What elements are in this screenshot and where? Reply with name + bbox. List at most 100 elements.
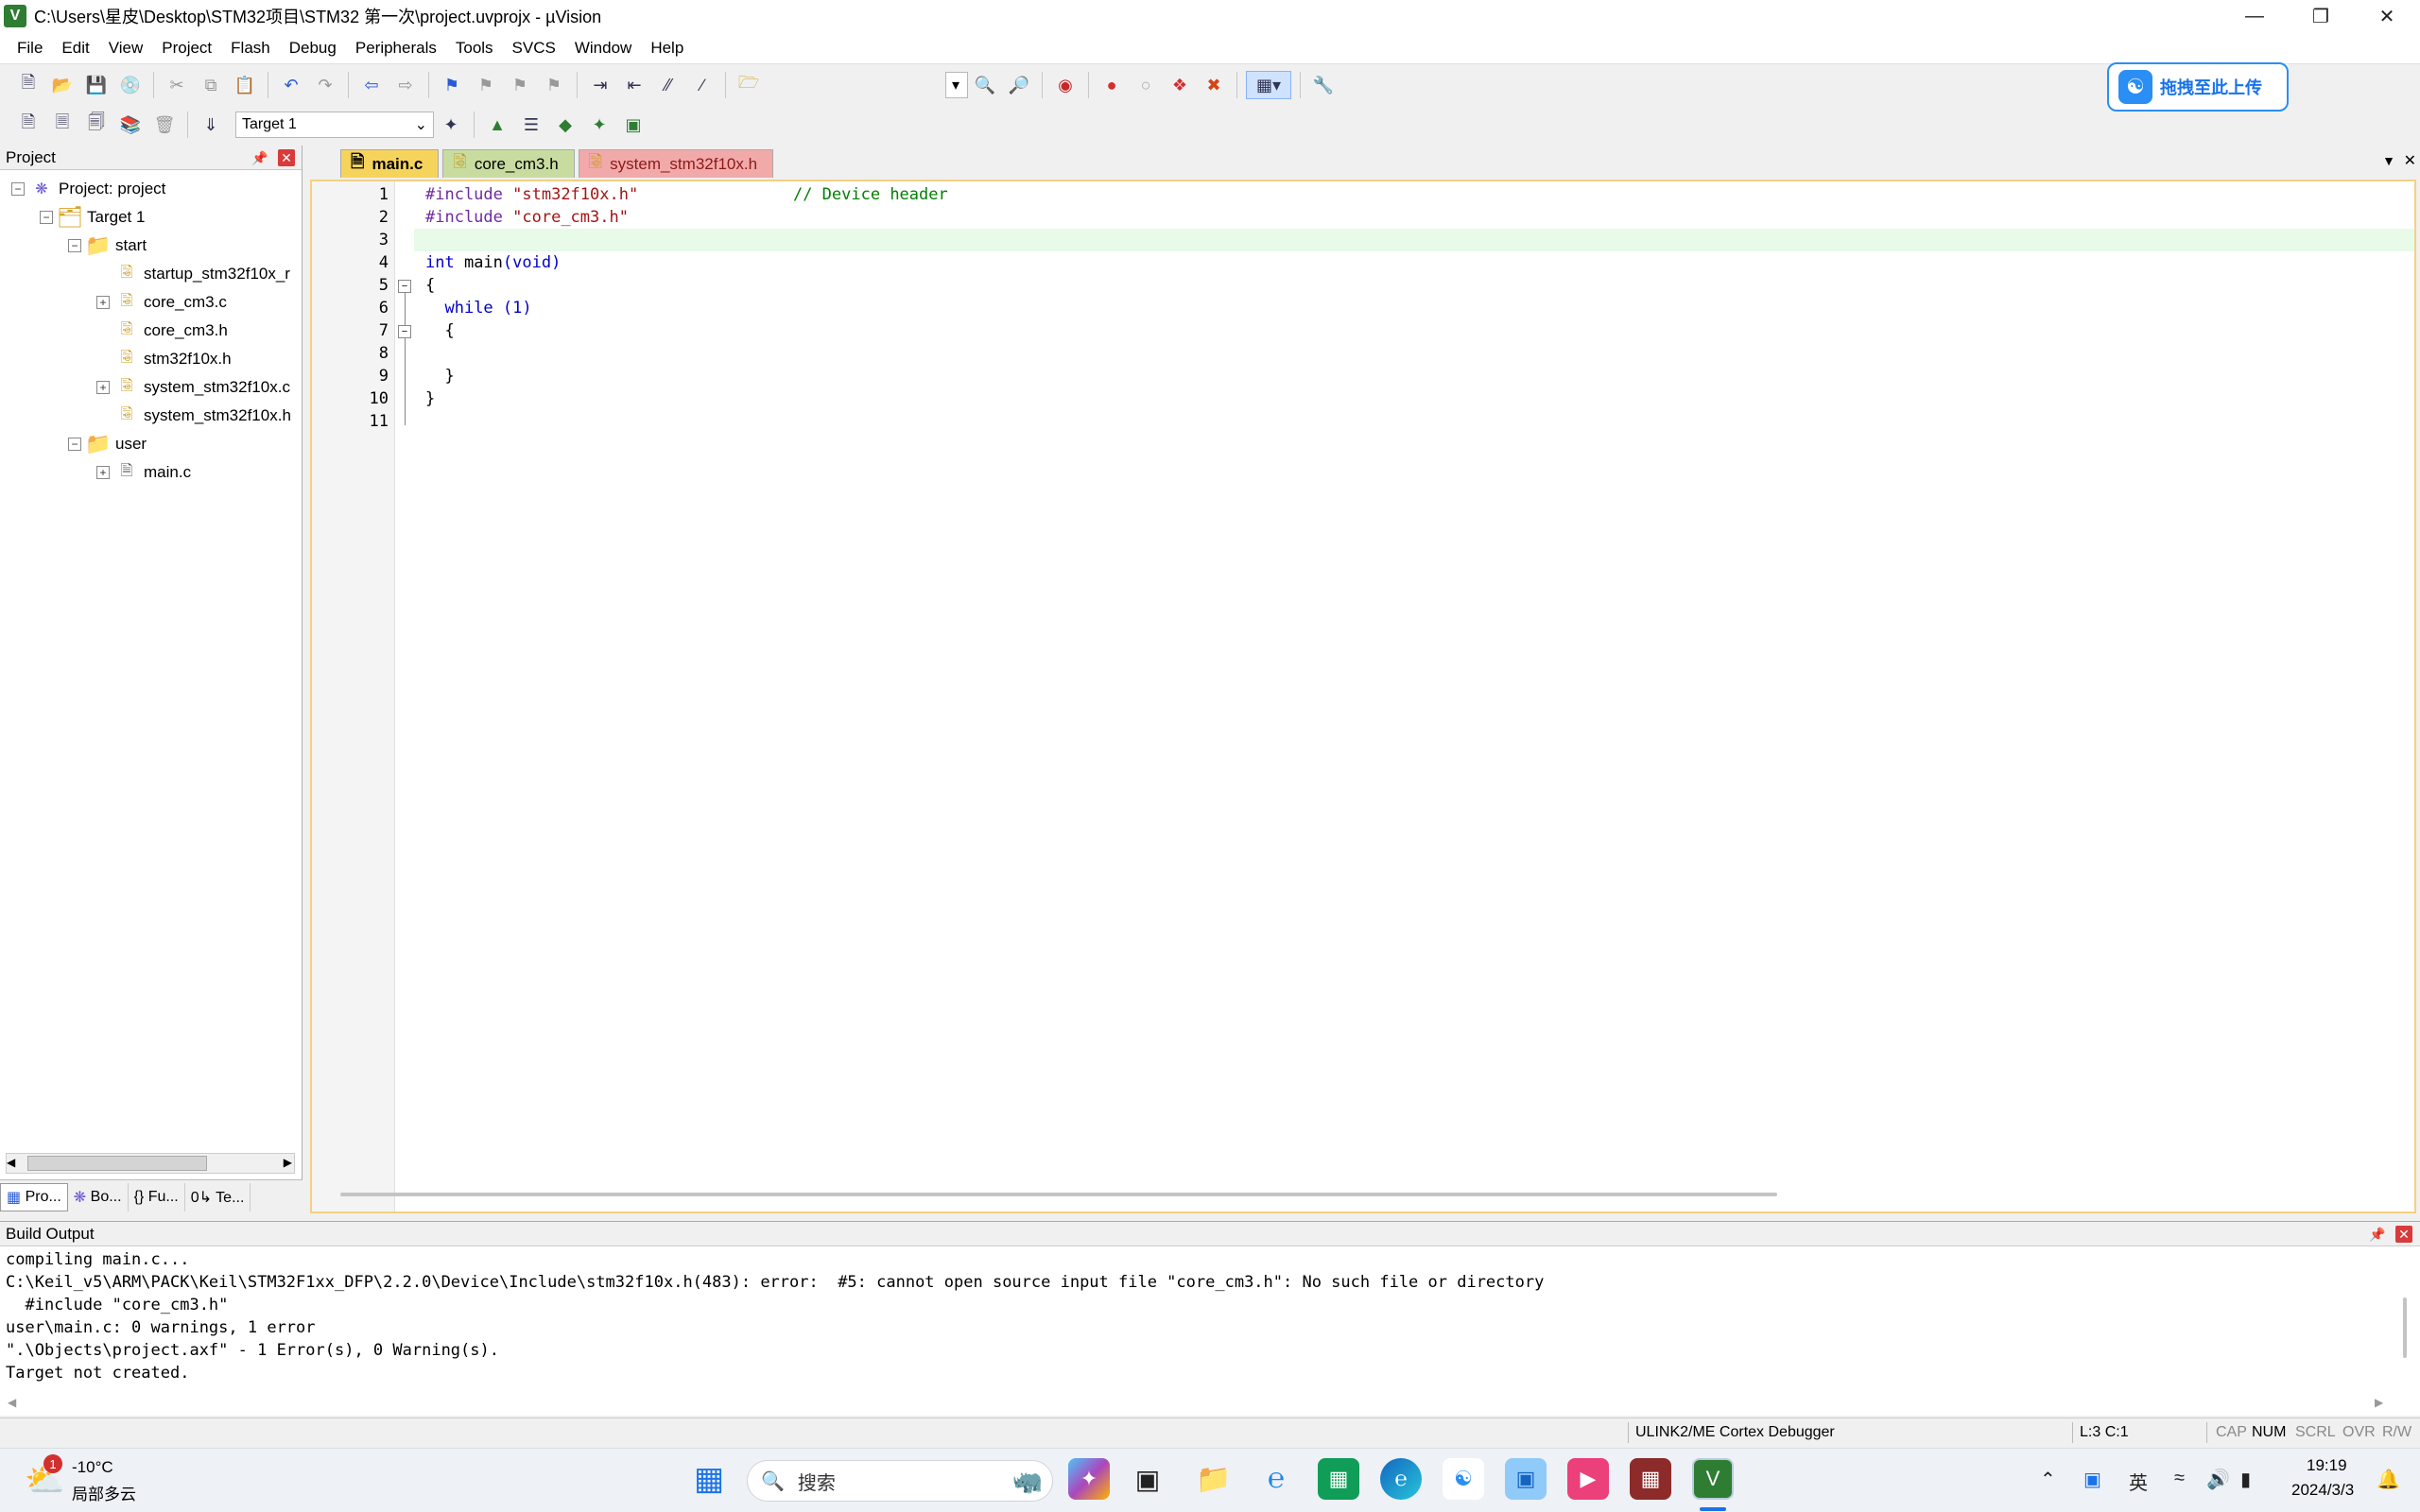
tab-templates[interactable]: 0↳ Te... [185,1182,251,1211]
expand-icon[interactable]: + [96,296,110,309]
incremental-find-icon[interactable]: 🔎 [1005,71,1033,99]
task-view-icon[interactable]: ▣ [1127,1458,1168,1500]
stop-build-icon[interactable]: 🗑 [150,111,179,139]
menu-view[interactable]: View [99,39,153,58]
tab-project[interactable]: ▦ Pro... [0,1182,68,1211]
minimize-button[interactable]: — [2221,0,2288,32]
nav-back-icon[interactable]: ⇦ [357,71,386,99]
clock-date[interactable]: 2024/3/3 [2291,1481,2354,1500]
menu-project[interactable]: Project [152,39,221,58]
close-panel-icon[interactable]: ✕ [278,149,295,166]
tree-item-file[interactable]: + 🗟 system_stm32f10x.c [96,373,290,402]
expand-icon[interactable]: + [96,381,110,394]
save-all-icon[interactable]: 💿 [116,71,145,99]
build-output-vertical-scrollbar[interactable] [2403,1297,2407,1358]
tree-item-file[interactable]: 🗟 system_stm32f10x.h [117,402,291,430]
copilot-icon[interactable]: ✦ [1068,1458,1110,1500]
tree-item-target[interactable]: − 🗂 Target 1 [40,203,145,232]
bookmark-icon[interactable]: ⚑ [438,71,466,99]
select-software-packs-icon[interactable]: ✦ [585,111,614,139]
disable-breakpoint-icon[interactable]: ○ [1132,71,1160,99]
weather-temperature[interactable]: -10°C [72,1458,113,1477]
uncomment-icon[interactable]: ∕ [688,71,717,99]
winrar-icon[interactable]: ▦ [1630,1458,1671,1500]
download-icon[interactable]: ⇓ [197,111,225,139]
tree-item-file[interactable]: 🗟 core_cm3.h [117,317,228,345]
wifi-icon[interactable]: ≈ [2174,1468,2185,1489]
tab-books[interactable]: ❋ Bo... [68,1182,129,1211]
scroll-right-icon[interactable]: ▶ [284,1156,292,1169]
tree-item-file[interactable]: 🗟 startup_stm32f10x_r [117,260,290,288]
battery-icon[interactable]: ▮ [2240,1468,2251,1491]
store-icon[interactable]: ▦ [1318,1458,1359,1500]
tree-item-group-user[interactable]: − 📁 user [68,430,147,458]
ime-indicator[interactable]: 英 [2129,1468,2148,1495]
collapse-icon[interactable]: − [68,438,81,451]
taskbar-search[interactable]: 🔍 搜索 🦏 [747,1460,1053,1502]
pack-installer-icon[interactable]: ◆ [551,111,579,139]
redo-icon[interactable]: ↷ [311,71,339,99]
baidu-netdisk-icon[interactable]: ☯ [1443,1458,1484,1500]
menu-tools[interactable]: Tools [446,39,503,58]
tab-functions[interactable]: {} Fu... [129,1182,185,1211]
notification-bell-icon[interactable]: 🔔 [2377,1468,2400,1491]
tree-item-file[interactable]: + 🗎 main.c [96,458,191,487]
control-panel-icon[interactable]: ▣ [1505,1458,1547,1500]
manage-project-items-icon[interactable]: ▲ [483,111,511,139]
menu-svcs[interactable]: SVCS [503,39,565,58]
chevron-up-icon[interactable]: ⌃ [2040,1468,2056,1491]
nav-forward-icon[interactable]: ⇨ [391,71,420,99]
scroll-left-icon[interactable]: ◀ [8,1396,16,1409]
menu-window[interactable]: Window [565,39,641,58]
tab-main-c[interactable]: 🗎 main.c [340,149,440,178]
indent-icon[interactable]: ⇥ [586,71,614,99]
pin-icon[interactable]: 📌 [251,149,268,166]
new-file-icon[interactable]: 🗎 [14,71,43,99]
volume-icon[interactable]: 🔊 [2206,1468,2230,1491]
tree-item-group-start[interactable]: − 📁 start [68,232,147,260]
unindent-icon[interactable]: ⇤ [620,71,648,99]
build-icon[interactable]: 🗏 [48,111,77,139]
target-options-icon[interactable]: ✦ [437,111,465,139]
clock-time[interactable]: 19:19 [2307,1456,2347,1475]
next-bookmark-icon[interactable]: ⚑ [506,71,534,99]
debug-session-icon[interactable]: ◉ [1051,71,1080,99]
scroll-left-icon[interactable]: ◀ [7,1156,15,1169]
target-select[interactable]: Target 1 ⌄ [235,112,434,138]
comment-icon[interactable]: ⁄⁄ [654,71,683,99]
batch-build-icon[interactable]: 📚 [116,111,145,139]
disable-all-breakpoints-icon[interactable]: ❖ [1166,71,1194,99]
start-windows-icon[interactable]: ▦ [688,1458,730,1500]
tree-item-file[interactable]: 🗟 stm32f10x.h [117,345,232,373]
undo-icon[interactable]: ↶ [277,71,305,99]
weather-description[interactable]: 局部多云 [72,1481,136,1504]
close-button[interactable]: ✕ [2354,0,2420,32]
upload-dropzone[interactable]: ☯ 拖拽至此上传 [2107,62,2289,112]
tab-list-dropdown-icon[interactable]: ▼ [2382,153,2395,168]
manage-multi-project-icon[interactable]: ☰ [517,111,545,139]
configure-icon[interactable]: 🔧 [1309,71,1338,99]
menu-help[interactable]: Help [641,39,693,58]
menu-debug[interactable]: Debug [280,39,346,58]
collapse-icon[interactable]: − [11,182,25,196]
find-in-files-icon[interactable]: 🗁 [735,71,763,99]
open-folder-icon[interactable]: 📂 [48,71,77,99]
ie-browser-icon[interactable]: ℮ [1255,1458,1297,1500]
collapse-icon[interactable]: − [40,211,53,224]
tree-item-project[interactable]: − ❋ Project: project [11,175,165,203]
cut-icon[interactable]: ✂ [163,71,191,99]
tray-app-icon[interactable]: ▣ [2083,1468,2101,1491]
menu-file[interactable]: File [8,39,52,58]
tab-system-stm32f10x-h[interactable]: 🗟 system_stm32f10x.h [578,149,774,178]
menu-edit[interactable]: Edit [52,39,98,58]
kill-all-breakpoints-icon[interactable]: ✖ [1200,71,1228,99]
paste-icon[interactable]: 📋 [231,71,259,99]
menu-flash[interactable]: Flash [221,39,280,58]
menu-peripherals[interactable]: Peripherals [346,39,446,58]
horizontal-scrollbar[interactable]: ◀ ▶ [6,1153,295,1174]
insert-breakpoint-icon[interactable]: ● [1098,71,1126,99]
fold-collapse-icon[interactable]: − [398,325,411,338]
tab-core-cm3-h[interactable]: 🗟 core_cm3.h [442,149,575,178]
close-editor-icon[interactable]: ✕ [2404,151,2416,170]
editor-horizontal-scrollbar[interactable] [340,1193,1777,1196]
